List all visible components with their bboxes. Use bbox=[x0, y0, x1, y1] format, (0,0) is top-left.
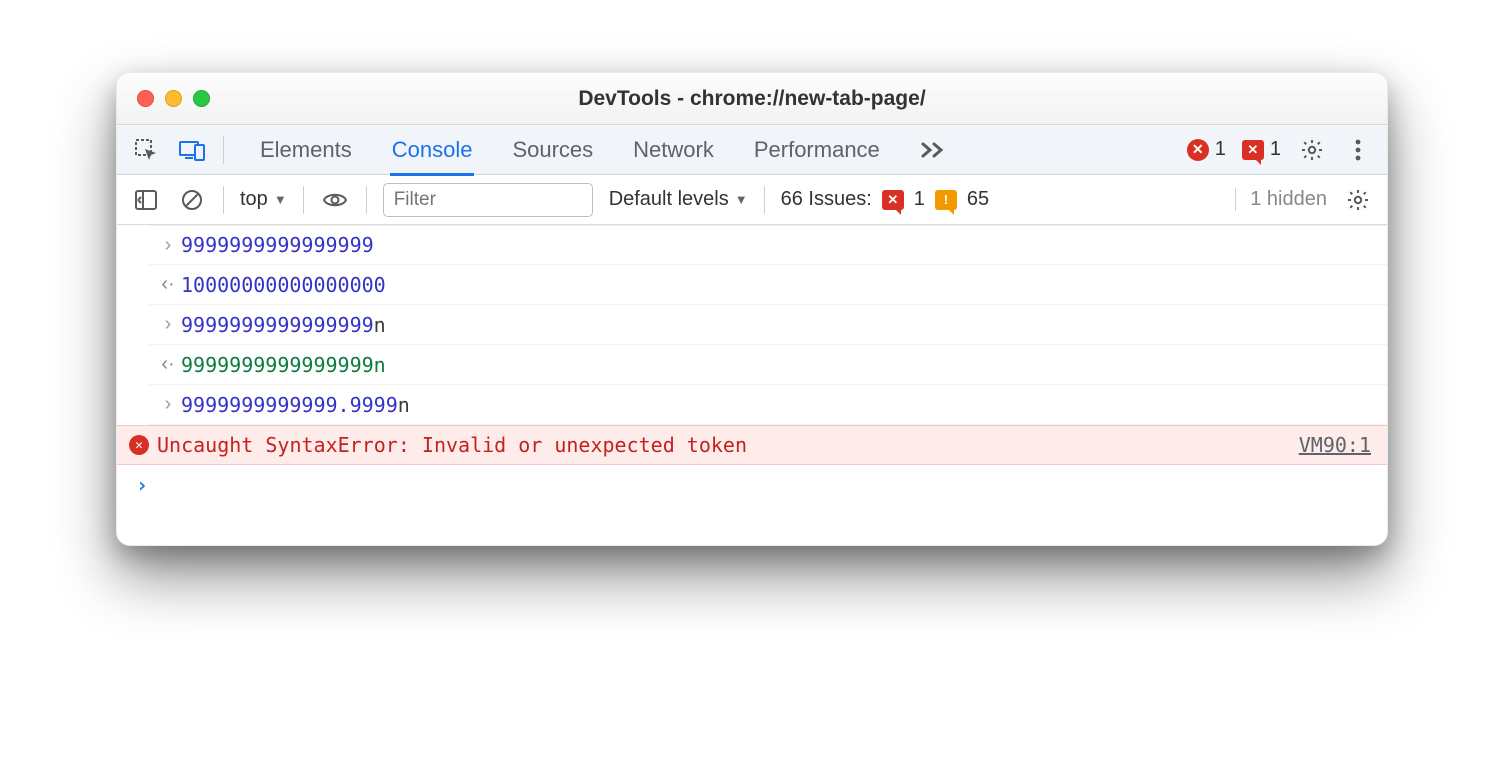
tab-sources[interactable]: Sources bbox=[510, 127, 595, 173]
error-count: 1 bbox=[1215, 138, 1226, 161]
more-options-icon[interactable] bbox=[1343, 135, 1373, 165]
devtools-window: DevTools - chrome://new-tab-page/ Elemen… bbox=[116, 72, 1388, 546]
error-message: Uncaught SyntaxError: Invalid or unexpec… bbox=[157, 433, 1299, 457]
console-result-row: ‹· 9999999999999999n bbox=[149, 345, 1387, 385]
tab-network[interactable]: Network bbox=[631, 127, 716, 173]
settings-icon[interactable] bbox=[1297, 135, 1327, 165]
toggle-sidebar-icon[interactable] bbox=[131, 185, 161, 215]
panel-tabs: Elements Console Sources Network Perform… bbox=[258, 127, 948, 173]
issue-error-badge-icon: ✕ bbox=[1242, 140, 1264, 160]
context-label: top bbox=[240, 188, 268, 211]
output-chevron-icon: ‹· bbox=[155, 273, 181, 296]
hidden-messages[interactable]: 1 hidden bbox=[1235, 188, 1327, 211]
close-window-button[interactable] bbox=[137, 90, 154, 107]
device-toolbar-icon[interactable] bbox=[177, 135, 207, 165]
error-icon: ✕ bbox=[129, 435, 149, 455]
console-value: 9999999999999999 bbox=[181, 233, 374, 257]
clear-console-icon[interactable] bbox=[177, 185, 207, 215]
divider bbox=[303, 186, 304, 214]
errors-counter[interactable]: ✕ 1 bbox=[1187, 138, 1226, 161]
filter-input[interactable] bbox=[383, 183, 593, 217]
divider bbox=[764, 186, 765, 214]
console-value: 9999999999999.9999n bbox=[181, 393, 410, 417]
main-tab-bar: Elements Console Sources Network Perform… bbox=[117, 125, 1387, 175]
console-value: 9999999999999999n bbox=[181, 313, 386, 337]
issue-error-count: 1 bbox=[1270, 138, 1281, 161]
console-output: › 9999999999999999 ‹· 10000000000000000 … bbox=[117, 225, 1387, 545]
levels-label: Default levels bbox=[609, 188, 729, 211]
console-prompt-row[interactable]: › bbox=[117, 465, 1387, 505]
console-value: 10000000000000000 bbox=[181, 273, 386, 297]
console-input-row[interactable]: › 9999999999999999 bbox=[149, 225, 1387, 265]
issue-warning-badge-icon: ! bbox=[935, 190, 957, 210]
console-settings-icon[interactable] bbox=[1343, 185, 1373, 215]
input-chevron-icon: › bbox=[155, 393, 181, 416]
input-chevron-icon: › bbox=[155, 234, 181, 257]
inspect-element-icon[interactable] bbox=[131, 135, 161, 165]
console-input-row[interactable]: › 9999999999999.9999n bbox=[149, 385, 1387, 425]
issue-errors-counter[interactable]: ✕ 1 bbox=[1242, 138, 1281, 161]
tab-performance[interactable]: Performance bbox=[752, 127, 882, 173]
live-expression-icon[interactable] bbox=[320, 185, 350, 215]
more-tabs-icon[interactable] bbox=[918, 135, 948, 165]
tab-elements[interactable]: Elements bbox=[258, 127, 354, 173]
divider bbox=[366, 186, 367, 214]
issues-error-count: 1 bbox=[914, 188, 925, 211]
chevron-down-icon: ▼ bbox=[274, 192, 287, 207]
input-chevron-icon: › bbox=[155, 313, 181, 336]
window-controls bbox=[137, 90, 210, 107]
execution-context-selector[interactable]: top ▼ bbox=[240, 188, 287, 211]
window-title: DevTools - chrome://new-tab-page/ bbox=[117, 87, 1387, 111]
console-toolbar: top ▼ Default levels ▼ 66 Issues: ✕ 1 ! … bbox=[117, 175, 1387, 225]
issue-error-badge-icon: ✕ bbox=[882, 190, 904, 210]
minimize-window-button[interactable] bbox=[165, 90, 182, 107]
titlebar: DevTools - chrome://new-tab-page/ bbox=[117, 73, 1387, 125]
issues-label: 66 Issues: bbox=[781, 188, 872, 211]
tab-console[interactable]: Console bbox=[390, 127, 475, 176]
chevron-down-icon: ▼ bbox=[735, 192, 748, 207]
output-chevron-icon: ‹· bbox=[155, 353, 181, 376]
console-input-row[interactable]: › 9999999999999999n bbox=[149, 305, 1387, 345]
prompt-chevron-icon: › bbox=[129, 473, 155, 497]
log-levels-selector[interactable]: Default levels ▼ bbox=[609, 188, 748, 211]
divider bbox=[223, 186, 224, 214]
console-value: 9999999999999999n bbox=[181, 353, 386, 377]
divider bbox=[223, 136, 224, 164]
issues-warning-count: 65 bbox=[967, 188, 989, 211]
error-source-link[interactable]: VM90:1 bbox=[1299, 433, 1371, 457]
console-result-row: ‹· 10000000000000000 bbox=[149, 265, 1387, 305]
zoom-window-button[interactable] bbox=[193, 90, 210, 107]
issues-summary[interactable]: 66 Issues: ✕ 1 ! 65 bbox=[781, 188, 990, 211]
console-error-row: ✕ Uncaught SyntaxError: Invalid or unexp… bbox=[117, 425, 1387, 465]
error-badge-icon: ✕ bbox=[1187, 139, 1209, 161]
